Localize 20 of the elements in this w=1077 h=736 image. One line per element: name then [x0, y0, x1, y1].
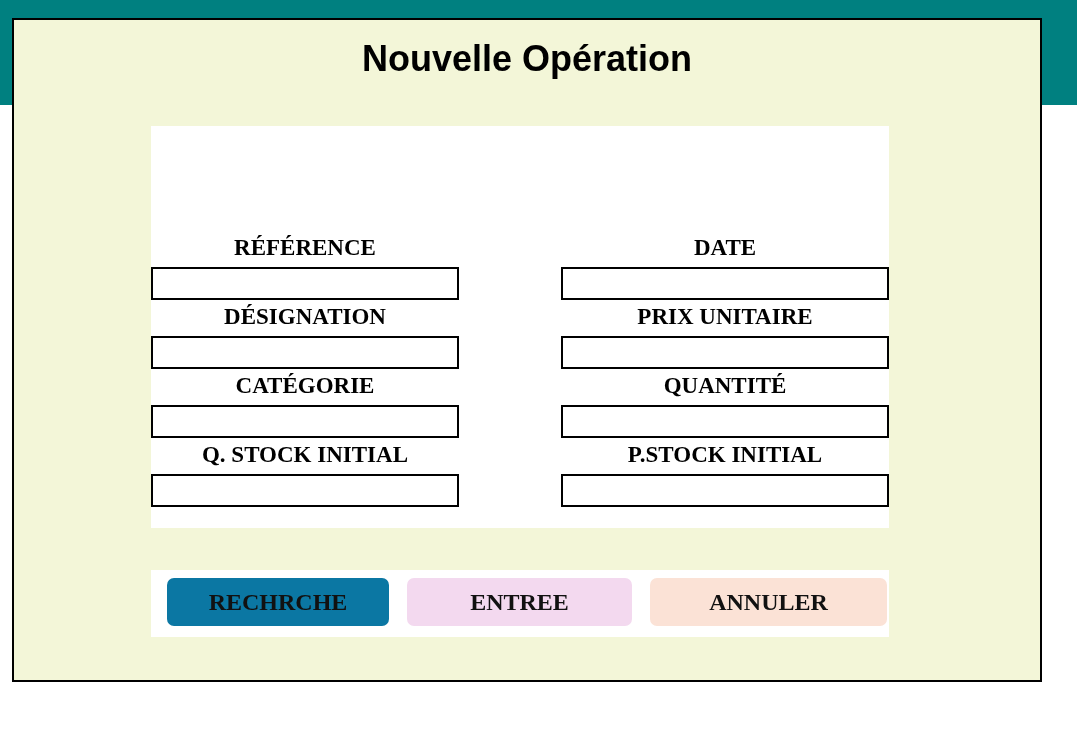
search-button[interactable]: RECHRCHE — [167, 578, 389, 626]
field-label: PRIX UNITAIRE — [637, 303, 813, 331]
entry-button[interactable]: ENTREE — [407, 578, 632, 626]
field-label: DÉSIGNATION — [224, 303, 386, 331]
field-label: RÉFÉRENCE — [234, 234, 376, 262]
field-label: Q. STOCK INITIAL — [202, 441, 408, 469]
input-field[interactable] — [561, 336, 889, 369]
input-field[interactable] — [151, 474, 459, 507]
field-label: DATE — [693, 234, 757, 262]
input-field[interactable] — [151, 336, 459, 369]
input-field[interactable] — [561, 405, 889, 438]
dialog-title: Nouvelle Opération — [361, 38, 693, 79]
input-field[interactable] — [151, 267, 459, 300]
cancel-button[interactable]: ANNULER — [650, 578, 887, 626]
field-label: CATÉGORIE — [235, 372, 375, 400]
field-label: P.STOCK INITIAL — [627, 441, 823, 469]
field-label: QUANTITÉ — [663, 372, 787, 400]
input-field[interactable] — [561, 267, 889, 300]
input-field[interactable] — [561, 474, 889, 507]
input-field[interactable] — [151, 405, 459, 438]
